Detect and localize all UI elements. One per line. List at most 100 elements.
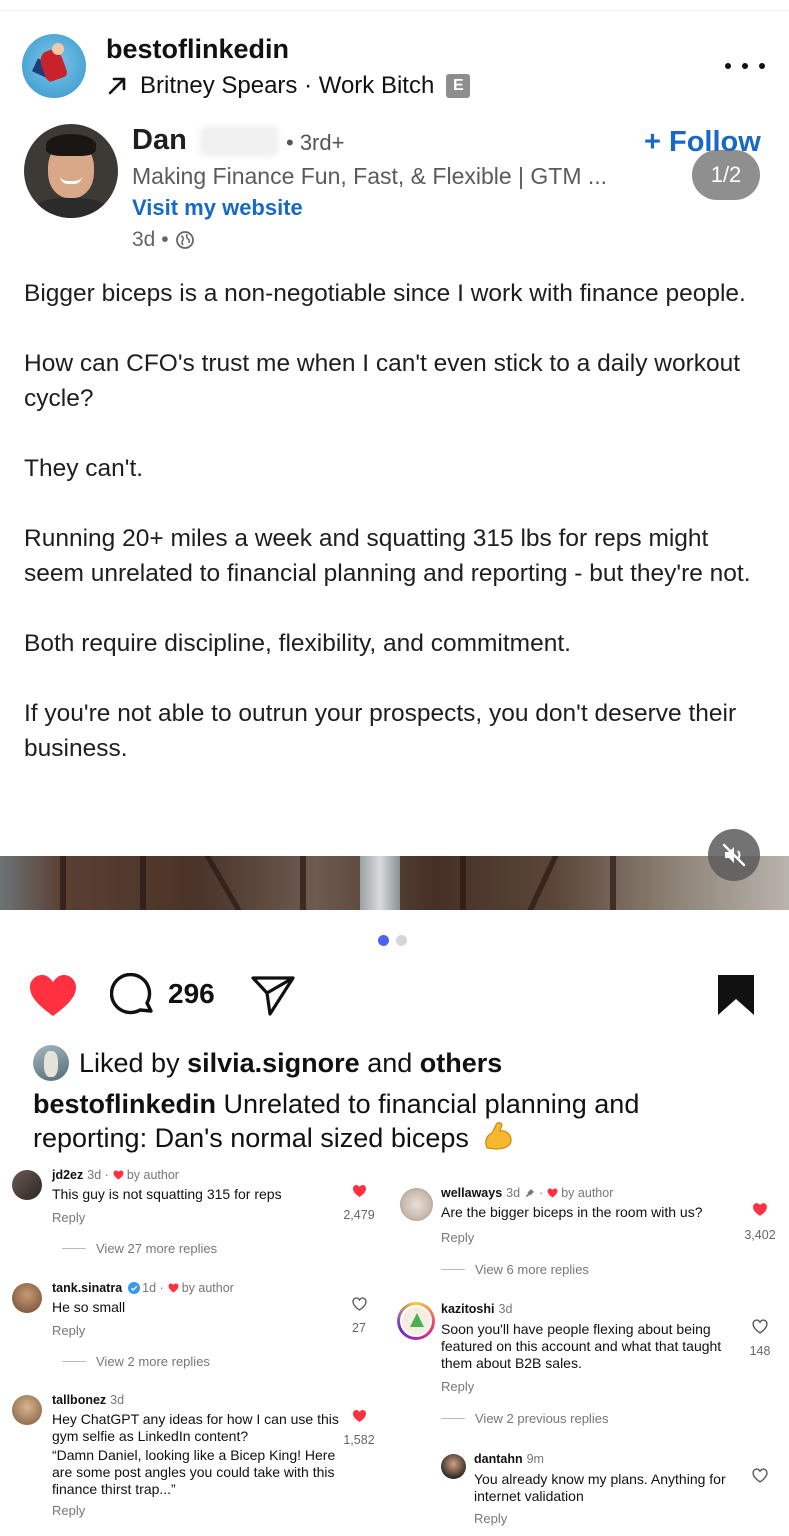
account-avatar[interactable]	[22, 34, 86, 98]
more-options-icon[interactable]	[725, 56, 765, 76]
post-time-text: 3d •	[132, 228, 169, 251]
website-link: Visit my website	[132, 195, 303, 220]
pin-icon	[525, 1188, 535, 1198]
commenter-avatar[interactable]	[12, 1283, 42, 1313]
comment-username[interactable]: tallbonez	[52, 1393, 106, 1407]
comment-header: kazitoshi 3d	[441, 1302, 512, 1316]
reply-button[interactable]: Reply	[52, 1210, 85, 1225]
globe-icon	[175, 231, 194, 249]
reply-button[interactable]: Reply	[441, 1379, 474, 1394]
comment-icon[interactable]	[110, 973, 156, 1019]
post-paragraph: Both require discipline, flexibility, an…	[24, 630, 571, 657]
comment-username[interactable]: wellaways	[441, 1186, 502, 1200]
liked-by-others[interactable]: others	[420, 1048, 503, 1079]
commenter-avatar-story-ring[interactable]	[397, 1302, 435, 1340]
comment-like-heart-icon[interactable]	[352, 1409, 367, 1423]
comment-like-heart-icon[interactable]	[752, 1319, 768, 1334]
author-liked-heart-icon	[547, 1188, 558, 1198]
reply-button[interactable]: Reply	[52, 1503, 85, 1518]
comment-dantahn: dantahn 9m You already know my plans. An…	[441, 1452, 780, 1532]
comment-text-quote: “Damn Daniel, looking like a Bicep King!…	[52, 1447, 336, 1497]
post-paragraph: Bigger biceps is a non-negotiable since …	[24, 280, 746, 307]
commenter-avatar[interactable]	[400, 1188, 433, 1221]
comment-text: This guy is not squatting 315 for reps	[52, 1186, 282, 1202]
view-more-replies[interactable]: View 2 more replies	[62, 1354, 210, 1369]
commenter-avatar[interactable]	[12, 1395, 42, 1425]
view-more-replies[interactable]: View 27 more replies	[62, 1241, 217, 1256]
comment-like-count: 3,402	[744, 1228, 776, 1242]
comment-username[interactable]: kazitoshi	[441, 1302, 495, 1316]
author-name: Dan	[132, 124, 187, 156]
liked-by-prefix: Liked by	[79, 1047, 180, 1078]
share-paper-plane-icon[interactable]	[250, 974, 296, 1016]
account-name[interactable]: bestoflinkedin	[106, 34, 289, 65]
post-paragraph: How can CFO's trust me when I can't even…	[24, 350, 741, 412]
author-avatar	[24, 124, 118, 218]
comment-like-heart-icon[interactable]	[752, 1202, 768, 1217]
comment-text: Hey ChatGPT any ideas for how I can use …	[52, 1411, 339, 1444]
reply-button[interactable]: Reply	[52, 1323, 85, 1338]
view-more-replies[interactable]: View 6 more replies	[441, 1262, 589, 1277]
trending-arrow-icon	[108, 77, 126, 95]
verified-badge-icon	[128, 1282, 141, 1294]
carousel-indicator	[378, 935, 407, 946]
comment-time: 3d ·	[87, 1168, 109, 1182]
comment-count: 296	[168, 978, 215, 1009]
comment-like-count: 148	[749, 1344, 771, 1358]
comment-text: You already know my plans. Anything for …	[474, 1471, 726, 1504]
post-paragraph: If you're not able to outrun your prospe…	[24, 700, 737, 762]
author-headline: Making Finance Fun, Fast, & Flexible | G…	[132, 163, 608, 189]
bookmark-icon[interactable]	[716, 973, 756, 1017]
liker-username[interactable]: silvia.signore	[187, 1048, 360, 1079]
flexed-biceps-icon	[485, 1122, 512, 1150]
audio-attribution[interactable]: Britney Spears · Work Bitch E	[106, 72, 471, 100]
liked-by-author: by author	[126, 1168, 179, 1182]
mute-button[interactable]	[708, 829, 760, 881]
carousel-dot	[396, 935, 407, 946]
commenter-avatar[interactable]	[441, 1454, 466, 1479]
comment-time: 9m	[526, 1452, 544, 1466]
author-liked-heart-icon	[168, 1283, 179, 1293]
comment-like-count: 27	[352, 1321, 366, 1335]
comment-header: tank.sinatra 1d · by author	[52, 1281, 234, 1295]
comment-like-heart-icon[interactable]	[352, 1297, 367, 1311]
comment-like-count: 2,479	[343, 1208, 375, 1222]
comment-header: wellaways 3d · by author	[441, 1186, 614, 1200]
post-paragraph: They can't.	[24, 455, 144, 482]
view-previous-replies[interactable]: View 2 previous replies	[441, 1411, 608, 1426]
reply-button[interactable]: Reply	[474, 1511, 507, 1526]
comment-text: He so small	[52, 1299, 126, 1315]
liked-by[interactable]: Liked by silvia.signore and others	[33, 1045, 502, 1081]
comment-username[interactable]: dantahn	[474, 1452, 523, 1466]
liker-avatar	[33, 1045, 69, 1081]
caption-username[interactable]: bestoflinkedin	[33, 1089, 216, 1119]
comment-header: tallbonez 3d	[52, 1393, 124, 1407]
post-time: 3d •	[132, 228, 195, 252]
liked-by-author: by author	[181, 1281, 234, 1295]
carousel-dot-active	[378, 935, 389, 946]
top-divider	[0, 10, 789, 11]
liked-by-and: and	[367, 1047, 413, 1078]
comment-tallbonez: tallbonez 3d Hey ChatGPT any ideas for h…	[12, 1393, 382, 1523]
comment-username[interactable]: tank.sinatra	[52, 1281, 122, 1295]
comment-text: Are the bigger biceps in the room with u…	[441, 1204, 703, 1220]
comment-username[interactable]: jd2ez	[52, 1168, 83, 1182]
reply-button[interactable]: Reply	[441, 1230, 474, 1245]
comment-kazitoshi: kazitoshi 3d Soon you'll have people fle…	[397, 1302, 780, 1402]
post-caption: bestoflinkedin Unrelated to financial pl…	[33, 1088, 733, 1155]
like-heart-icon[interactable]	[28, 974, 78, 1018]
speaker-muted-icon	[722, 843, 746, 867]
post-paragraph: Running 20+ miles a week and squatting 3…	[24, 525, 751, 587]
post-body: Bigger biceps is a non-negotiable since …	[24, 276, 769, 766]
comment-time: 3d	[498, 1302, 513, 1316]
comment-like-heart-icon[interactable]	[752, 1468, 768, 1483]
gym-photo-strip	[0, 856, 789, 910]
liked-by-author: by author	[561, 1186, 614, 1200]
connection-degree: • 3rd+	[286, 130, 345, 155]
comment-time: 3d	[506, 1186, 521, 1200]
comment-header: dantahn 9m	[474, 1452, 544, 1466]
comment-like-heart-icon[interactable]	[352, 1184, 367, 1198]
comment-time: 3d	[110, 1393, 125, 1407]
comment-header: jd2ez 3d · by author	[52, 1168, 179, 1182]
commenter-avatar[interactable]	[12, 1170, 42, 1200]
